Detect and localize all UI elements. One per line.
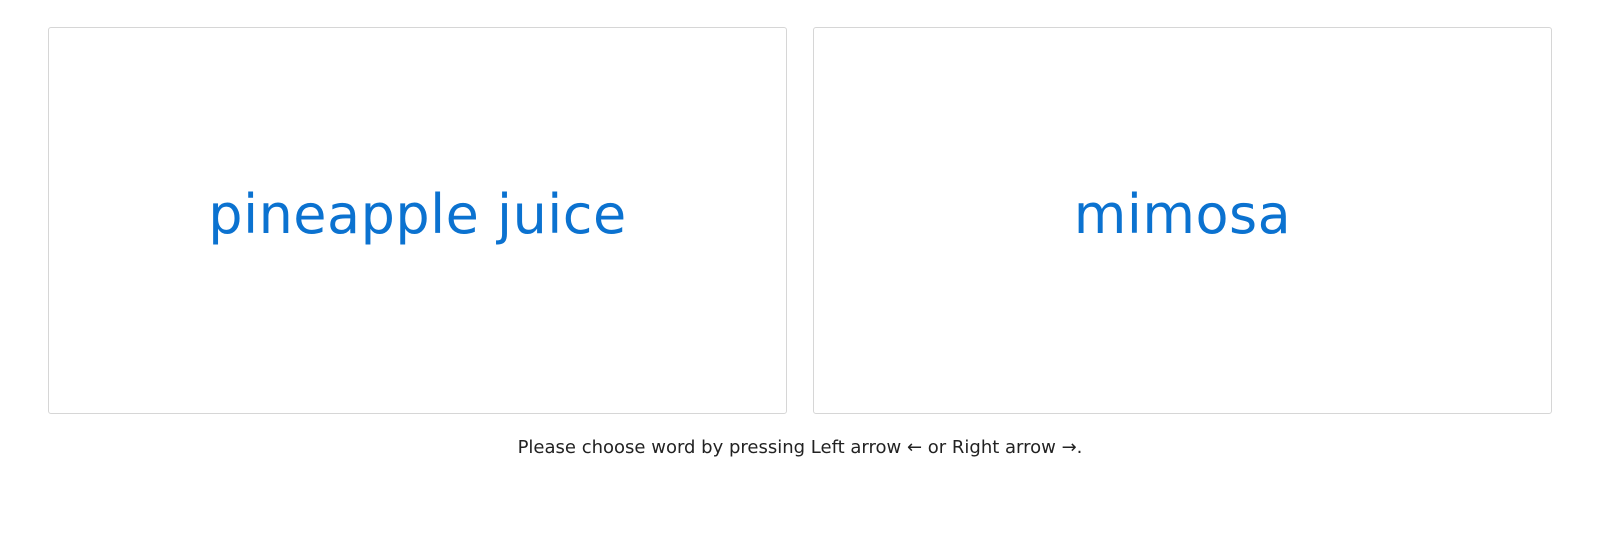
- right-choice-word: mimosa: [1073, 182, 1292, 246]
- left-choice-card[interactable]: pineapple juice: [48, 27, 787, 414]
- left-choice-word: pineapple juice: [208, 182, 627, 246]
- instruction-text: Please choose word by pressing Left arro…: [517, 437, 1083, 458]
- word-choice-cards: pineapple juice mimosa: [48, 27, 1552, 414]
- right-choice-card[interactable]: mimosa: [813, 27, 1552, 414]
